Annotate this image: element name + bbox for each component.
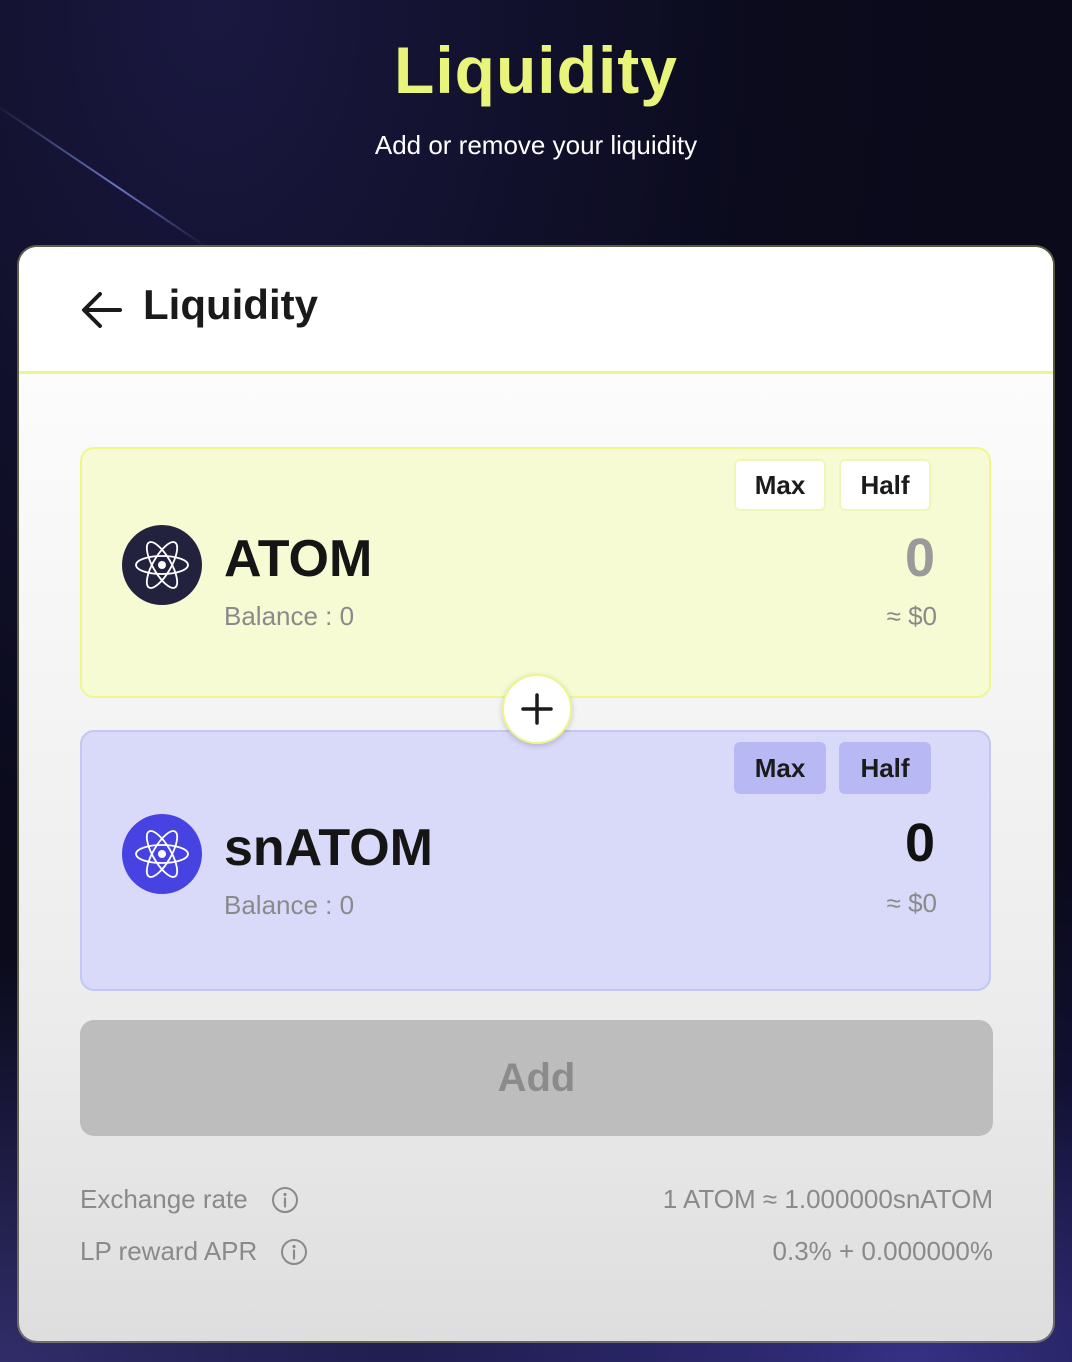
plus-icon (521, 693, 553, 725)
atom-amount-input[interactable] (695, 527, 935, 589)
atom-balance: Balance : 0 (224, 601, 355, 631)
exchange-rate-value: 1 ATOM ≈ 1.000000snATOM (662, 1184, 993, 1214)
back-button[interactable] (77, 285, 127, 335)
snatom-balance: Balance : 0 (224, 890, 355, 920)
card-title: Liquidity (143, 281, 318, 328)
lp-apr-row: LP reward APR 0.3% + 0.000000% (80, 1236, 993, 1276)
page-subtitle: Add or remove your liquidity (374, 130, 698, 160)
cosmos-atom-icon (122, 525, 202, 605)
snatom-input-panel: Max Half snATOM Balance : 0 ≈ $0 (80, 730, 991, 991)
atom-max-button[interactable]: Max (734, 459, 826, 511)
info-icon[interactable] (270, 1185, 300, 1215)
lp-apr-label: LP reward APR (80, 1236, 258, 1266)
snatom-half-button[interactable]: Half (839, 742, 931, 794)
arrow-left-icon (82, 292, 122, 328)
atom-input-panel: Max Half ATOM Balance : 0 ≈ $0 (80, 447, 991, 698)
atom-half-button[interactable]: Half (839, 459, 931, 511)
snatom-token-name: snATOM (224, 819, 433, 877)
cosmos-snatom-icon (122, 814, 202, 894)
lp-apr-value: 0.3% + 0.000000% (772, 1236, 993, 1266)
plus-button (502, 674, 572, 744)
snatom-usd-value: ≈ $0 (886, 888, 937, 918)
atom-token-name: ATOM (224, 530, 373, 588)
page-title: Liquidity (394, 33, 678, 107)
add-button[interactable]: Add (80, 1020, 993, 1136)
card-header: Liquidity (19, 247, 1053, 374)
background-streak (0, 100, 207, 248)
snatom-max-button[interactable]: Max (734, 742, 826, 794)
snatom-amount-input[interactable] (695, 812, 935, 874)
info-icon[interactable] (279, 1237, 309, 1267)
exchange-rate-row: Exchange rate 1 ATOM ≈ 1.000000snATOM (80, 1184, 993, 1224)
exchange-rate-label: Exchange rate (80, 1184, 248, 1214)
liquidity-card: Liquidity Max Half ATOM Balance : 0 ≈ $0… (19, 247, 1053, 1341)
atom-usd-value: ≈ $0 (886, 601, 937, 631)
